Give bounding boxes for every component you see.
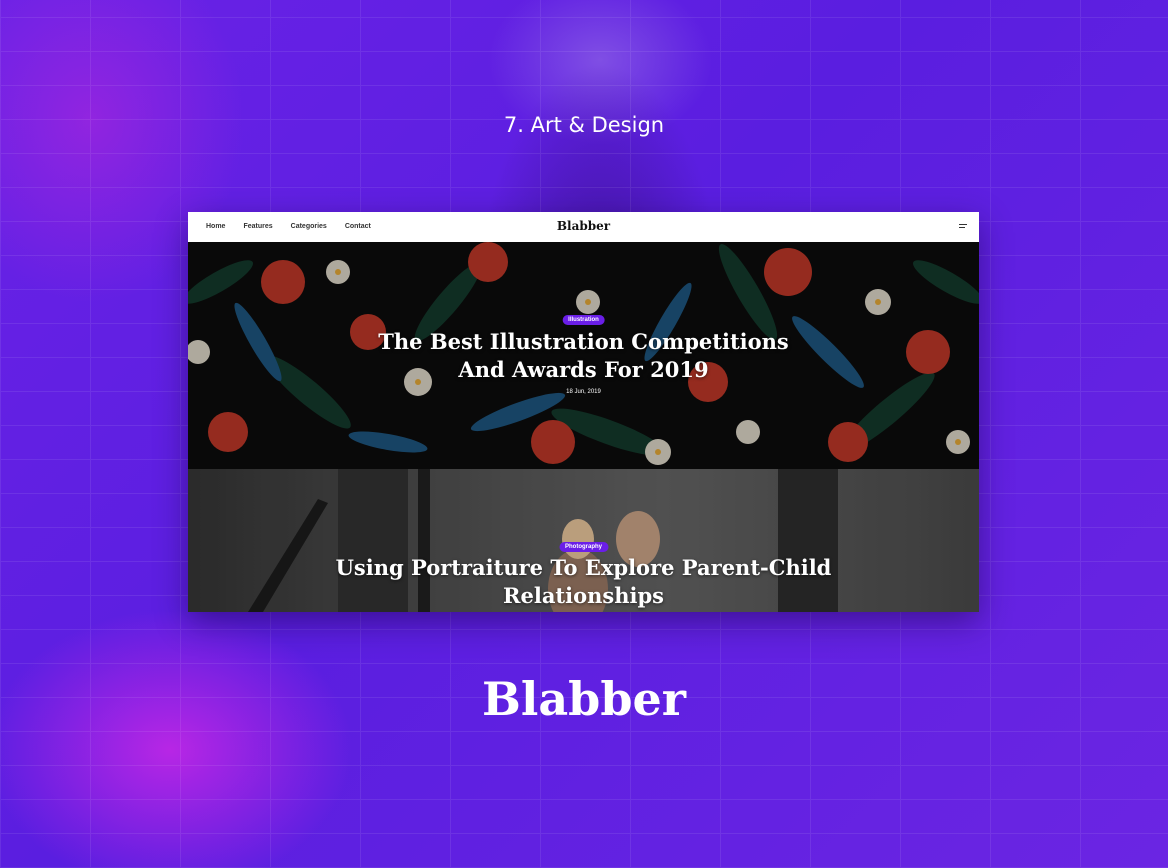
hamburger-icon[interactable] xyxy=(959,224,967,229)
site-logo[interactable]: Blabber xyxy=(188,219,979,233)
top-nav: Home Features Categories Contact Blabber xyxy=(188,212,979,242)
featured-post[interactable]: Illustration The Best Illustration Compe… xyxy=(188,242,979,469)
category-badge-photography[interactable]: Photography xyxy=(559,542,608,552)
post-title-2-line-1: Using Portraiture To Explore Parent-Chil… xyxy=(335,555,832,580)
post-title-1-line-1: The Best Illustration Competitions xyxy=(378,329,789,354)
section-label: 7. Art & Design xyxy=(503,113,665,137)
site-preview: Home Features Categories Contact Blabber xyxy=(188,212,979,612)
post-title-2-line-2: Relationships xyxy=(503,583,664,608)
post-date: 18 Jun, 2019 xyxy=(566,389,601,395)
post-title-2[interactable]: Using Portraiture To Explore Parent-Chil… xyxy=(188,554,979,610)
brand-name: Blabber xyxy=(482,672,686,726)
post-title-1-line-2: And Awards For 2019 xyxy=(458,357,709,382)
post-title-1[interactable]: The Best Illustration Competitions And A… xyxy=(188,328,979,384)
secondary-post[interactable]: Photography Using Portraiture To Explore… xyxy=(188,469,979,612)
category-badge-illustration[interactable]: Illustration xyxy=(562,315,605,325)
